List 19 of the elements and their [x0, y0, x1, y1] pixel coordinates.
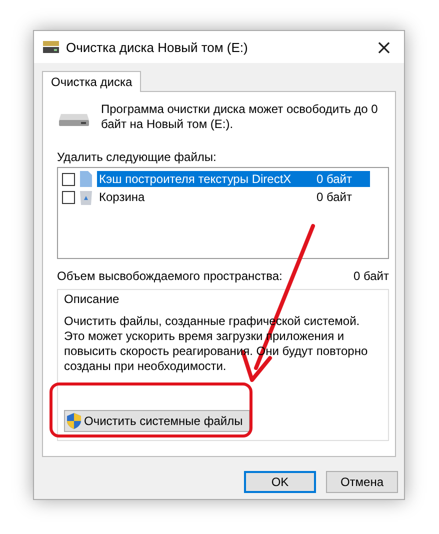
clean-system-files-button[interactable]: Очистить системные файлы [64, 410, 250, 432]
list-item[interactable]: Кэш построителя текстуры DirectX 0 байт [97, 171, 370, 187]
dialog-button[interactable]: Отмена [326, 471, 398, 493]
drive-icon [42, 40, 60, 54]
intro-text: Программа очистки диска может освободить до 0 байт на Новый том (E:). [101, 102, 379, 132]
list-item[interactable]: Корзина 0 байт [97, 189, 370, 205]
window-title: Очистка диска Новый том (E:) [66, 40, 249, 54]
file-icon [79, 171, 93, 187]
recycle-bin-icon [79, 189, 93, 205]
shield-icon [67, 413, 81, 429]
close-button[interactable]: × [364, 31, 404, 63]
checkbox[interactable] [62, 172, 75, 186]
space-value: 0 байт [354, 269, 389, 283]
tab[interactable]: Очистка диска [42, 71, 142, 92]
dialog-button[interactable]: OK [244, 471, 316, 493]
group-title: Описание [64, 292, 120, 306]
space-label: Объем высвобождаемого пространства: [57, 269, 282, 283]
checkbox[interactable] [62, 190, 75, 204]
files-label: Удалить следующие файлы: [57, 150, 218, 164]
